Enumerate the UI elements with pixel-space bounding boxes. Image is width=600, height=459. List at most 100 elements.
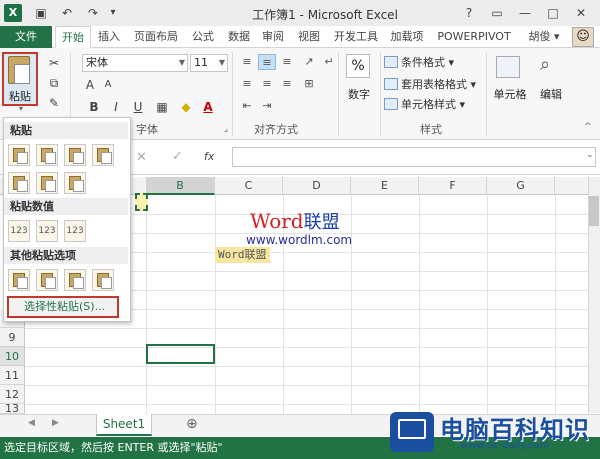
decrease-font-icon[interactable]: A bbox=[100, 78, 116, 92]
sheet-tab[interactable]: Sheet1 bbox=[96, 414, 152, 436]
paste-special-menu-item[interactable]: 选择性粘贴(S)... bbox=[7, 296, 119, 318]
font-size-select[interactable]: 11 ▼ bbox=[190, 54, 228, 72]
paste-icon[interactable] bbox=[8, 144, 30, 166]
monitor-icon bbox=[398, 419, 426, 439]
conditional-format-button[interactable]: 条件格式 ▾ bbox=[384, 54, 454, 72]
column-header[interactable]: D bbox=[283, 177, 351, 195]
format-painter-icon[interactable]: ✎ bbox=[46, 96, 62, 110]
row-header[interactable]: 13 bbox=[0, 403, 25, 414]
align-right-icon[interactable]: ≡ bbox=[278, 76, 296, 92]
next-sheet-icon[interactable]: ▶ bbox=[52, 418, 59, 428]
paste-transpose-icon[interactable] bbox=[64, 172, 86, 194]
column-header[interactable]: F bbox=[419, 177, 487, 195]
tab-view[interactable]: 视图 bbox=[294, 26, 324, 48]
cancel-icon[interactable]: ✕ bbox=[136, 150, 147, 165]
tab-addins[interactable]: 加载项 bbox=[386, 26, 428, 48]
tab-powerpivot[interactable]: POWERPIVOT bbox=[432, 26, 516, 48]
cells-button[interactable]: 单元格 bbox=[490, 86, 530, 102]
add-sheet-button[interactable]: ⊕ bbox=[186, 416, 198, 432]
paste-keep-column-widths-icon[interactable] bbox=[36, 172, 58, 194]
editing-button[interactable]: 编辑 bbox=[536, 86, 566, 102]
help-icon[interactable]: ? bbox=[456, 3, 482, 23]
row-header[interactable]: 9 bbox=[0, 328, 25, 347]
selected-cell[interactable] bbox=[146, 344, 215, 364]
number-button[interactable]: 数字 bbox=[344, 86, 374, 102]
grid-line bbox=[25, 366, 588, 367]
paste-no-borders-icon[interactable] bbox=[8, 172, 30, 194]
paste-glyph bbox=[69, 176, 84, 192]
column-header[interactable]: E bbox=[351, 177, 419, 195]
format-as-table-button[interactable]: 套用表格格式 ▾ bbox=[384, 76, 476, 94]
paste-formulas-number-format-icon[interactable] bbox=[64, 144, 86, 166]
increase-font-icon[interactable]: A bbox=[82, 78, 98, 92]
tab-insert[interactable]: 插入 bbox=[94, 26, 124, 48]
maximize-icon[interactable]: □ bbox=[540, 3, 566, 23]
orientation-icon[interactable]: ↗ bbox=[300, 54, 318, 70]
merge-center-icon[interactable]: ⊞ bbox=[300, 76, 318, 92]
paste-values-number-format-icon[interactable]: 123 bbox=[36, 220, 58, 242]
paste-picture-icon[interactable] bbox=[64, 269, 86, 291]
increase-indent-icon[interactable]: ⇥ bbox=[258, 98, 276, 114]
align-bottom-icon[interactable]: ≡ bbox=[278, 54, 296, 70]
paste-dropdown-icon[interactable]: ▾ bbox=[2, 104, 40, 113]
redo-icon[interactable]: ↷ bbox=[84, 4, 102, 22]
bold-button[interactable]: B bbox=[86, 100, 102, 114]
logo-word: Word bbox=[250, 209, 304, 233]
enter-icon[interactable]: ✓ bbox=[172, 149, 183, 164]
paste-values-source-format-icon[interactable]: 123 bbox=[64, 220, 86, 242]
scroll-thumb[interactable] bbox=[589, 196, 599, 226]
decrease-indent-icon[interactable]: ⇤ bbox=[238, 98, 256, 114]
cell-styles-button[interactable]: 单元格样式 ▾ bbox=[384, 96, 465, 114]
prev-sheet-icon[interactable]: ◀ bbox=[28, 418, 35, 428]
undo-icon[interactable]: ↶ bbox=[58, 4, 76, 22]
avatar[interactable]: ☺ bbox=[572, 27, 594, 47]
row-header[interactable]: 11 bbox=[0, 366, 25, 385]
cut-icon[interactable]: ✂ bbox=[46, 56, 62, 70]
tab-home[interactable]: 开始 bbox=[55, 26, 91, 48]
save-icon[interactable]: ▣ bbox=[32, 4, 50, 22]
column-header[interactable]: B bbox=[146, 177, 215, 195]
close-icon[interactable]: ✕ bbox=[568, 3, 594, 23]
paste-formatting-icon[interactable] bbox=[8, 269, 30, 291]
ribbon-display-icon[interactable]: ▭ bbox=[484, 3, 510, 23]
paste-formulas-icon[interactable] bbox=[36, 144, 58, 166]
minimize-icon[interactable]: — bbox=[512, 3, 538, 23]
paste-linked-picture-icon[interactable] bbox=[92, 269, 114, 291]
tab-review[interactable]: 审阅 bbox=[258, 26, 288, 48]
formula-input[interactable] bbox=[232, 147, 596, 167]
expand-formula-icon[interactable]: ⌄ bbox=[586, 150, 594, 160]
wrap-text-icon[interactable]: ↵ bbox=[320, 54, 338, 70]
tab-data[interactable]: 数据 bbox=[224, 26, 254, 48]
paste-values-icon[interactable]: 123 bbox=[8, 220, 30, 242]
align-center-icon[interactable]: ≡ bbox=[258, 76, 276, 92]
tab-developer[interactable]: 开发工具 bbox=[330, 26, 382, 48]
group-separator bbox=[338, 52, 339, 136]
cells-icon bbox=[496, 56, 520, 78]
row-header[interactable]: 10 bbox=[0, 347, 25, 366]
column-header[interactable]: C bbox=[215, 177, 283, 195]
tab-formulas[interactable]: 公式 bbox=[188, 26, 218, 48]
number-format-icon[interactable]: % bbox=[346, 54, 370, 78]
user-name[interactable]: 胡俊 ▾ bbox=[522, 26, 566, 48]
align-top-icon[interactable]: ≡ bbox=[238, 54, 256, 70]
borders-icon[interactable]: ▦ bbox=[154, 100, 170, 114]
format-as-table-label: 套用表格格式 ▾ bbox=[401, 78, 477, 91]
underline-button[interactable]: U bbox=[130, 100, 146, 114]
paste-keep-source-format-icon[interactable] bbox=[92, 144, 114, 166]
fill-color-icon[interactable]: ◆ bbox=[178, 100, 194, 114]
paste-link-icon[interactable] bbox=[36, 269, 58, 291]
insert-function-icon[interactable]: fx bbox=[204, 150, 214, 163]
collapse-ribbon-icon[interactable]: ^ bbox=[584, 122, 592, 132]
qat-more-icon[interactable]: ▾ bbox=[104, 4, 122, 22]
column-header[interactable]: G bbox=[487, 177, 555, 195]
tab-page-layout[interactable]: 页面布局 bbox=[128, 26, 184, 48]
font-name-select[interactable]: 宋体 ▼ bbox=[82, 54, 188, 72]
conditional-format-label: 条件格式 ▾ bbox=[401, 56, 455, 69]
copied-text-cell[interactable]: Word联盟 bbox=[215, 247, 270, 263]
copy-icon[interactable]: ⧉ bbox=[46, 76, 62, 90]
font-color-button[interactable]: A bbox=[200, 100, 216, 114]
align-middle-icon[interactable]: ≡ bbox=[258, 54, 276, 70]
tab-file[interactable]: 文件 bbox=[0, 26, 52, 48]
italic-button[interactable]: I bbox=[108, 100, 124, 114]
align-left-icon[interactable]: ≡ bbox=[238, 76, 256, 92]
